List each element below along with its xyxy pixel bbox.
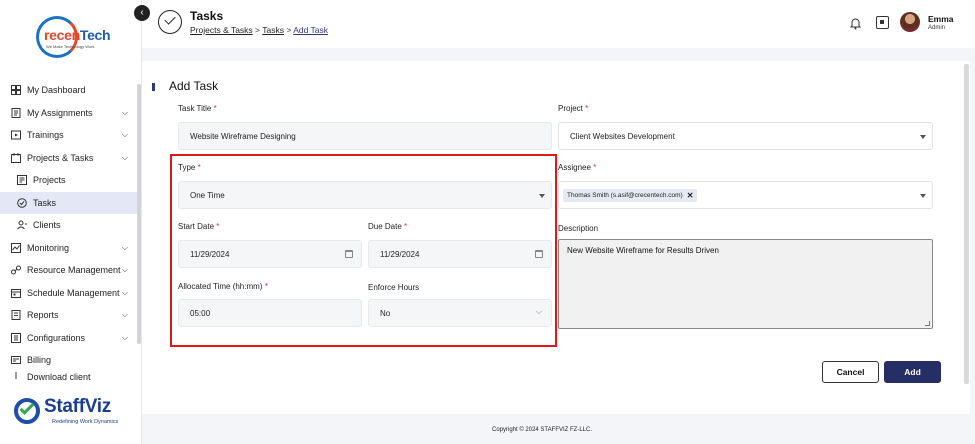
screenshot-icon[interactable]	[876, 16, 889, 29]
sidebar-item-label: Trainings	[27, 130, 64, 141]
user-name[interactable]: Emma	[928, 14, 954, 24]
sidebar-item-label: Monitoring	[27, 242, 70, 253]
assignee-label: Assignee *	[558, 163, 597, 172]
sidebar-item-reports[interactable]: Reports ⌵	[0, 304, 137, 327]
avatar[interactable]	[900, 12, 920, 32]
sidebar-item-trainings[interactable]: Trainings ⌵	[0, 124, 137, 147]
sidebar-item-monitoring[interactable]: Monitoring ⌵	[0, 237, 137, 260]
sidebar-item-label: Billing	[27, 355, 52, 366]
page-title: Tasks	[190, 9, 224, 23]
sidebar-nav: My Dashboard My Assignments ⌵ Trainings …	[0, 79, 137, 384]
logo-text-a: recen	[44, 27, 80, 43]
breadcrumb-separator: >	[286, 25, 292, 35]
resize-handle-icon[interactable]	[925, 321, 930, 326]
sidebar-item-configurations[interactable]: Configurations ⌵	[0, 327, 137, 350]
top-header: Tasks Projects & Tasks > Tasks > Add Tas…	[142, 0, 975, 48]
sidebar-item-my-assignments[interactable]: My Assignments ⌵	[0, 102, 137, 125]
monitoring-icon	[10, 242, 21, 253]
sidebar-scrollbar[interactable]	[137, 84, 141, 344]
dashboard-icon	[10, 85, 21, 96]
sidebar-item-label: Download client	[27, 371, 91, 382]
chevron-down-icon[interactable]: ⌵	[122, 310, 128, 320]
collapse-sidebar-button[interactable]: ‹	[134, 5, 150, 21]
project-select[interactable]: Client Websites Development	[558, 122, 933, 150]
sidebar-item-label: Schedule Management	[27, 287, 120, 298]
sidebar-item-schedule-management[interactable]: Schedule Management ⌵	[0, 282, 137, 305]
chevron-down-icon[interactable]: ⌵	[122, 108, 128, 118]
user-role: Admin	[928, 25, 946, 31]
sidebar-item-label: Projects & Tasks	[27, 152, 94, 163]
tasks-check-icon	[158, 10, 182, 34]
logo-tagline: We Make Technology Work	[46, 44, 95, 49]
cancel-button[interactable]: Cancel	[822, 361, 879, 383]
company-logo[interactable]: recenTech We Make Technology Work	[36, 16, 111, 58]
sidebar-item-label: Reports	[27, 310, 59, 321]
sidebar-item-projects[interactable]: Projects	[0, 169, 137, 192]
breadcrumb-tasks[interactable]: Tasks	[262, 25, 284, 35]
page-scrollbar[interactable]	[964, 64, 969, 384]
sidebar-item-label: Resource Management	[27, 265, 121, 276]
task-title-input[interactable]: Website Wireframe Designing	[178, 122, 552, 150]
notification-bell-icon[interactable]	[849, 17, 862, 32]
description-textarea[interactable]: New Website Wireframe for Results Driven	[558, 239, 933, 329]
remove-chip-icon[interactable]: ✕	[687, 191, 694, 200]
sidebar-item-my-dashboard[interactable]: My Dashboard	[0, 79, 137, 102]
chevron-down-icon[interactable]: ⌵	[122, 288, 128, 298]
chevron-down-icon[interactable]: ⌵	[122, 333, 128, 343]
sidebar-item-projects-tasks[interactable]: Projects & Tasks ⌵	[0, 147, 137, 170]
assignments-icon	[10, 107, 21, 118]
description-label: Description	[558, 224, 599, 233]
assignee-select[interactable]: Thomas Smith (s.asif@crecentech.com) ✕	[558, 181, 933, 209]
sidebar-item-label: My Assignments	[27, 107, 93, 118]
breadcrumb-add-task[interactable]: Add Task	[293, 25, 328, 35]
download-icon	[10, 372, 21, 383]
highlight-box	[170, 154, 557, 347]
breadcrumb-separator: >	[255, 25, 261, 35]
resource-icon	[10, 265, 21, 276]
sidebar: recenTech We Make Technology Work My Das…	[0, 0, 142, 444]
sidebar-item-resource-management[interactable]: Resource Management ⌵	[0, 259, 137, 282]
billing-icon	[10, 355, 21, 366]
sidebar-item-label: My Dashboard	[27, 85, 86, 96]
trainings-icon	[10, 130, 21, 141]
configurations-icon	[10, 332, 21, 343]
reports-icon	[10, 310, 21, 321]
project-label: Project *	[558, 104, 589, 113]
clients-icon	[16, 220, 27, 231]
sidebar-item-billing[interactable]: Billing	[0, 349, 137, 372]
projects-tasks-icon	[10, 152, 21, 163]
section-marker	[152, 83, 155, 91]
sidebar-item-clients[interactable]: Clients	[0, 214, 137, 237]
chevron-down-icon[interactable]: ⌵	[122, 265, 128, 275]
add-button[interactable]: Add	[884, 361, 941, 383]
sidebar-item-tasks[interactable]: Tasks	[0, 191, 137, 214]
assignee-chip[interactable]: Thomas Smith (s.asif@crecentech.com) ✕	[563, 188, 698, 202]
chevron-left-icon: ‹	[140, 7, 144, 18]
task-title-label: Task Title *	[178, 104, 217, 113]
chevron-down-icon[interactable]: ⌵	[122, 153, 128, 163]
logo-text-b: Tech	[79, 27, 111, 43]
projects-icon	[16, 175, 27, 186]
breadcrumb: Projects & Tasks > Tasks > Add Task	[190, 25, 328, 35]
sidebar-item-label: Configurations	[27, 332, 86, 343]
tasks-icon	[16, 197, 27, 208]
sidebar-item-label: Clients	[33, 220, 61, 231]
chevron-down-icon[interactable]: ⌵	[122, 130, 128, 140]
staffviz-logo: StaffViz Redefining Work Dynamics	[14, 396, 138, 430]
footer-copyright: Copyright © 2024 STAFFVIZ FZ-LLC.	[491, 427, 592, 433]
breadcrumb-projects-tasks[interactable]: Projects & Tasks	[190, 25, 253, 35]
form-heading: Add Task	[169, 79, 219, 93]
sidebar-item-download-client[interactable]: Download client	[0, 372, 137, 384]
product-tagline: Redefining Work Dynamics	[52, 419, 119, 425]
schedule-icon	[10, 287, 21, 298]
dropdown-caret-icon	[920, 135, 926, 139]
product-name: StaffViz	[44, 396, 111, 417]
dropdown-caret-icon	[920, 194, 926, 198]
chevron-down-icon[interactable]: ⌵	[122, 243, 128, 253]
sidebar-item-label: Projects	[33, 175, 66, 186]
sidebar-item-label: Tasks	[33, 197, 57, 208]
